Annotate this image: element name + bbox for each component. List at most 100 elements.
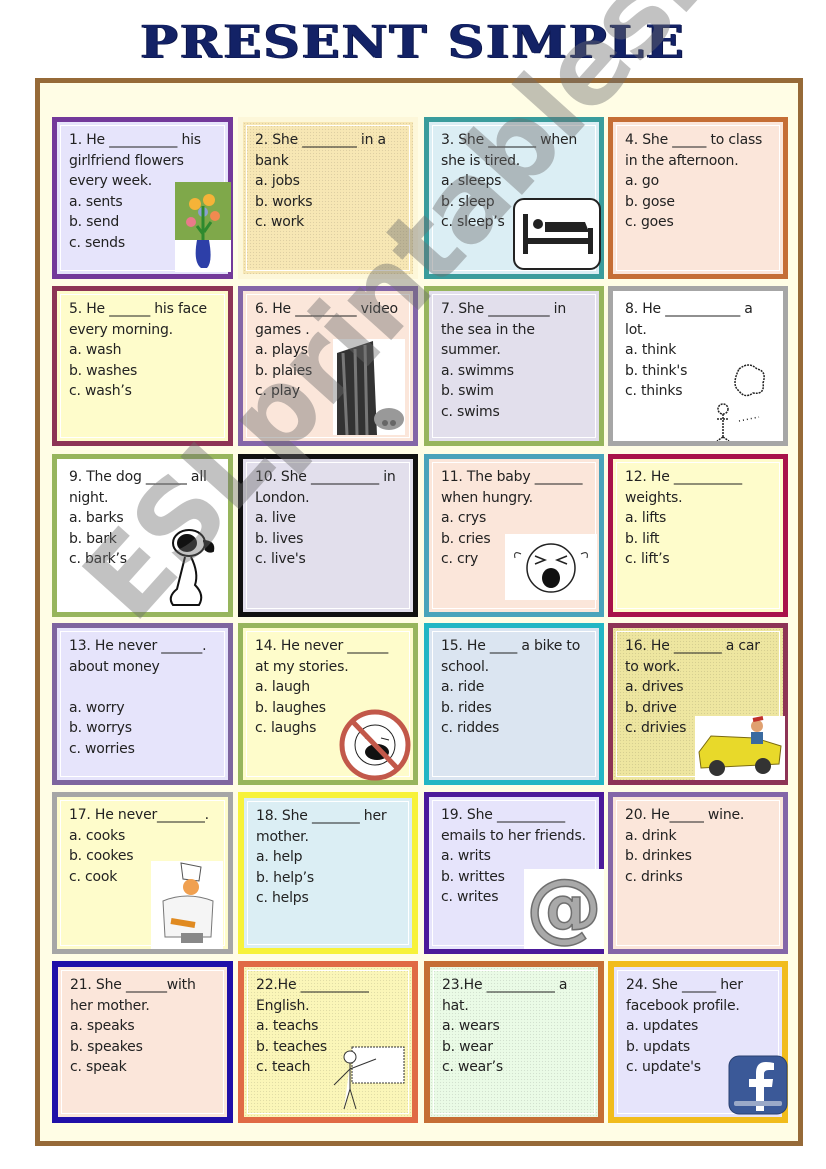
answer-option[interactable]: a. worry — [69, 698, 218, 719]
answer-option[interactable]: c. riddes — [441, 718, 589, 739]
answer-option[interactable]: b. worrys — [69, 718, 218, 739]
answer-option[interactable]: a. live — [255, 508, 403, 529]
answer-option[interactable]: b. lives — [255, 529, 403, 550]
answer-option[interactable]: b. updats — [626, 1037, 772, 1058]
answer-option[interactable]: c. cook — [69, 867, 218, 888]
card-text: 17. He never_______. a. cooks b. cookes c. … — [69, 805, 218, 887]
answer-option[interactable]: a. swimms — [441, 361, 589, 382]
question-text: 24. She _____ her facebook profile. — [626, 977, 743, 1014]
card-text: 6. He _________ video games . a. plays b. … — [255, 299, 403, 402]
answer-option[interactable]: a. sents — [69, 192, 218, 213]
answer-option[interactable]: c. update's — [626, 1057, 772, 1078]
answer-option[interactable]: a. lifts — [625, 508, 773, 529]
answer-option[interactable]: c. worries — [69, 739, 218, 760]
question-text: 14. He never ______ at my stories. — [255, 638, 389, 675]
answer-option[interactable]: a. help — [256, 847, 402, 868]
question-card: 6. He _________ video games . a. plays b. … — [238, 286, 418, 446]
answer-option[interactable]: b. swim — [441, 381, 589, 402]
answer-option[interactable]: b. teaches — [256, 1037, 402, 1058]
question-text: 12. He __________ weights. — [625, 469, 742, 506]
question-text: 2. She ________ in a bank — [255, 132, 386, 169]
answer-option[interactable]: a. sleeps — [441, 171, 589, 192]
answer-option[interactable]: c. wash’s — [69, 381, 218, 402]
answer-option[interactable]: a. wears — [442, 1016, 588, 1037]
answer-option[interactable]: c. helps — [256, 888, 402, 909]
card-text: 7. She _________ in the sea in the summe… — [441, 299, 589, 422]
answer-option[interactable]: a. think — [625, 340, 773, 361]
question-text: 23.He __________ a hat. — [442, 977, 568, 1014]
answer-option[interactable]: c. sleep’s — [441, 212, 589, 233]
question-card: 4. She _____ to class in the afternoon. a… — [608, 117, 788, 279]
answer-option[interactable]: c. drivies — [625, 718, 773, 739]
answer-option[interactable]: c. teach — [256, 1057, 402, 1078]
answer-option[interactable]: c. speak — [70, 1057, 217, 1078]
answer-option[interactable]: c. cry — [441, 549, 589, 570]
answer-option[interactable]: a. speaks — [70, 1016, 217, 1037]
answer-option[interactable]: b. sleep — [441, 192, 589, 213]
answer-option[interactable]: c. thinks — [625, 381, 773, 402]
answer-option[interactable]: c. bark’s — [69, 549, 218, 570]
answer-option[interactable]: b. help’s — [256, 868, 402, 889]
answer-option[interactable]: a. cooks — [69, 826, 218, 847]
answer-option[interactable]: a. wash — [69, 340, 218, 361]
answer-option[interactable]: a. barks — [69, 508, 218, 529]
answer-option[interactable]: b. speakes — [70, 1037, 217, 1058]
answer-option[interactable]: c. wear’s — [442, 1057, 588, 1078]
answer-option[interactable]: a. ride — [441, 677, 589, 698]
answer-option[interactable]: c. drinks — [625, 867, 773, 888]
answer-option[interactable]: a. writs — [441, 846, 589, 867]
answer-option[interactable]: a. updates — [626, 1016, 772, 1037]
card-text: 5. He ______ his face every morning. a. w… — [69, 299, 218, 402]
question-text: 13. He never ______. about money — [69, 638, 207, 675]
question-text: 5. He ______ his face every morning. — [69, 301, 207, 338]
answer-option[interactable]: c. goes — [625, 212, 773, 233]
answer-option[interactable]: b. cookes — [69, 846, 218, 867]
question-card: 15. He ____ a bike to school. a. ride b. r… — [424, 623, 604, 785]
answer-option[interactable]: b. bark — [69, 529, 218, 550]
question-text: 16. He _______ a car to work. — [625, 638, 760, 675]
answer-option[interactable]: c. work — [255, 212, 403, 233]
answer-option[interactable]: b. laughes — [255, 698, 403, 719]
answer-option[interactable]: a. teachs — [256, 1016, 402, 1037]
question-text: 21. She ______with her mother. — [70, 977, 196, 1014]
answer-option[interactable]: c. live's — [255, 549, 403, 570]
answer-option[interactable]: a. plays — [255, 340, 403, 361]
answer-option[interactable]: a. drink — [625, 826, 773, 847]
answer-option[interactable]: c. lift’s — [625, 549, 773, 570]
answer-option[interactable]: c. writes — [441, 887, 589, 908]
question-text: 19. She __________ emails to her friends… — [441, 807, 586, 844]
question-card: 5. He ______ his face every morning. a. w… — [52, 286, 233, 446]
answer-option[interactable]: b. lift — [625, 529, 773, 550]
answer-option[interactable]: b. washes — [69, 361, 218, 382]
answer-option[interactable]: b. plaies — [255, 361, 403, 382]
answer-option[interactable]: b. works — [255, 192, 403, 213]
question-text: 20. He_____ wine. — [625, 807, 745, 823]
answer-option[interactable]: b. gose — [625, 192, 773, 213]
answer-option[interactable]: c. laughs — [255, 718, 403, 739]
answer-option[interactable]: a. go — [625, 171, 773, 192]
answer-option[interactable]: b. send — [69, 212, 218, 233]
question-card: 1. He __________ his girlfriend flowers … — [52, 117, 233, 279]
answer-option[interactable]: b. think's — [625, 361, 773, 382]
question-card: 18. She _______ her mother. a. help b. hel… — [238, 792, 418, 954]
answer-option[interactable]: a. laugh — [255, 677, 403, 698]
answer-option[interactable]: b. writtes — [441, 867, 589, 888]
question-card: 10. She __________ in London. a. live b. l… — [238, 454, 418, 617]
answer-option[interactable]: b. wear — [442, 1037, 588, 1058]
card-text: 12. He __________ weights. a. lifts b. lif… — [625, 467, 773, 570]
card-text: 8. He ___________ a lot. a. think b. think… — [625, 299, 773, 402]
answer-option[interactable]: b. cries — [441, 529, 589, 550]
answer-option[interactable]: b. drinkes — [625, 846, 773, 867]
question-card: 2. She ________ in a bank a. jobs b. works… — [238, 117, 418, 279]
question-card: 8. He ___________ a lot. a. think b. think… — [608, 286, 788, 446]
question-text: 8. He ___________ a lot. — [625, 301, 753, 338]
answer-option[interactable]: b. drive — [625, 698, 773, 719]
answer-option[interactable]: a. jobs — [255, 171, 403, 192]
answer-option[interactable]: c. sends — [69, 233, 218, 254]
card-text: 20. He_____ wine. a. drink b. drinkes c. dr… — [625, 805, 773, 887]
answer-option[interactable]: a. drives — [625, 677, 773, 698]
answer-option[interactable]: c. swims — [441, 402, 589, 423]
answer-option[interactable]: a. crys — [441, 508, 589, 529]
answer-option[interactable]: b. rides — [441, 698, 589, 719]
answer-option[interactable]: c. play — [255, 381, 403, 402]
